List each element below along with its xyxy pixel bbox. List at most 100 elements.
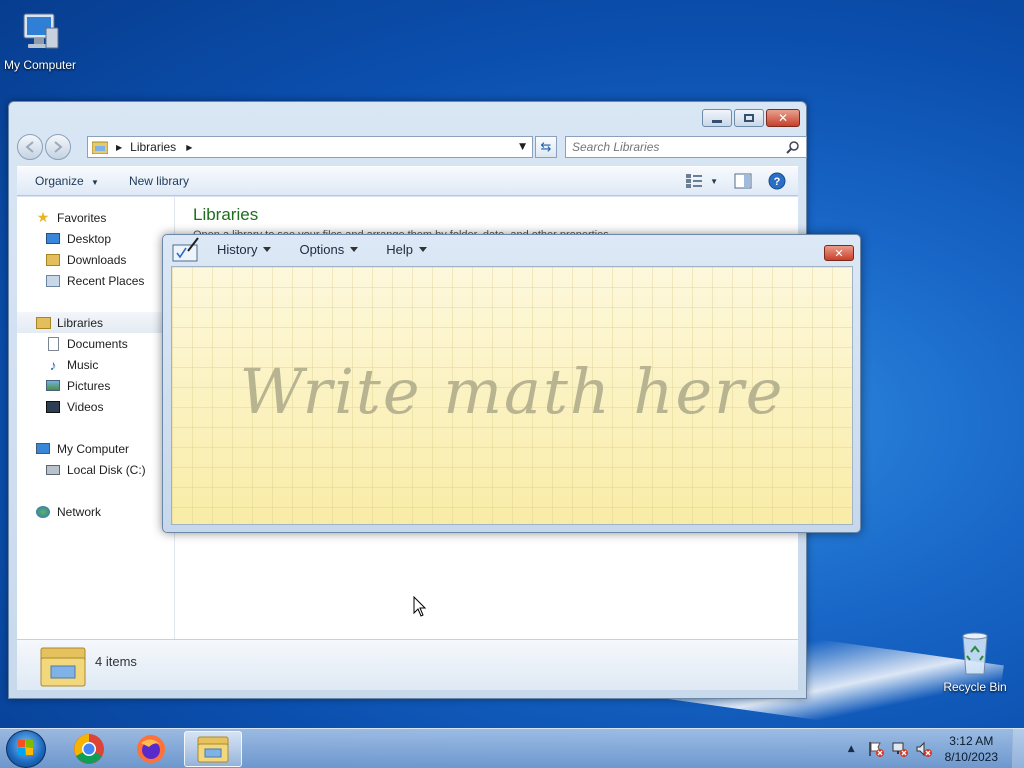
math-input-panel: History Options Help ✕ Write math here bbox=[162, 234, 861, 533]
breadcrumb-libraries[interactable]: Libraries bbox=[130, 140, 176, 154]
page-title: Libraries bbox=[193, 205, 259, 224]
close-button[interactable]: ✕ bbox=[766, 109, 800, 127]
volume-muted-icon[interactable] bbox=[915, 741, 933, 757]
search-input[interactable] bbox=[572, 137, 782, 157]
details-pane: 4 items bbox=[17, 639, 798, 690]
nav-label: Videos bbox=[67, 399, 104, 414]
forward-button[interactable] bbox=[45, 134, 71, 160]
maximize-button[interactable] bbox=[734, 109, 764, 127]
nav-label: Network bbox=[57, 504, 102, 519]
nav-item-favorites[interactable]: ★ Favorites bbox=[17, 207, 175, 228]
clock-date: 8/10/2023 bbox=[944, 750, 998, 764]
close-icon: ✕ bbox=[777, 111, 789, 125]
nav-label: Pictures bbox=[67, 378, 111, 393]
item-count: 4 items bbox=[95, 654, 137, 669]
pictures-icon bbox=[45, 378, 61, 394]
taskbar: ▲ 3:12 AM 8/10/2023 bbox=[0, 728, 1024, 768]
back-button[interactable] bbox=[17, 134, 43, 160]
view-options-icon bbox=[686, 174, 703, 188]
chevron-down-icon bbox=[419, 247, 428, 252]
math-input-panel-icon bbox=[172, 237, 199, 262]
start-button[interactable] bbox=[6, 730, 46, 768]
recycle-bin-icon bbox=[951, 630, 999, 678]
help-icon[interactable]: ? bbox=[768, 172, 786, 190]
menu-label: History bbox=[217, 242, 258, 257]
firefox-icon bbox=[137, 735, 165, 763]
nav-item-my-computer[interactable]: My Computer bbox=[17, 438, 175, 459]
refresh-button[interactable]: ⇆ bbox=[535, 136, 557, 158]
nav-item-music[interactable]: ♪ Music bbox=[17, 354, 175, 375]
desktop-icon-my-computer[interactable]: My Computer bbox=[0, 8, 80, 72]
network-icon bbox=[35, 504, 51, 520]
network-status-icon[interactable] bbox=[891, 741, 909, 757]
writing-area-prompt: Write math here bbox=[239, 355, 785, 428]
math-panel-close-button[interactable]: ✕ bbox=[824, 245, 854, 261]
chevron-down-icon: ▼ bbox=[710, 176, 718, 186]
system-tray: ▲ 3:12 AM 8/10/2023 bbox=[848, 729, 1024, 768]
writing-area[interactable]: Write math here bbox=[171, 266, 853, 525]
nav-item-documents[interactable]: Documents bbox=[17, 333, 175, 354]
videos-icon bbox=[45, 399, 61, 415]
file-explorer-icon bbox=[197, 736, 229, 763]
show-desktop-button[interactable] bbox=[1012, 729, 1024, 768]
chevron-down-icon: ▼ bbox=[91, 178, 99, 187]
nav-label: Desktop bbox=[67, 231, 112, 246]
nav-label: Music bbox=[67, 357, 99, 372]
nav-item-network[interactable]: Network bbox=[17, 501, 175, 522]
nav-label: Libraries bbox=[57, 315, 104, 330]
nav-item-libraries[interactable]: Libraries bbox=[17, 312, 175, 333]
libraries-icon bbox=[35, 315, 51, 331]
music-icon: ♪ bbox=[49, 356, 57, 373]
nav-item-pictures[interactable]: Pictures bbox=[17, 375, 175, 396]
local-disk-icon bbox=[45, 462, 61, 478]
menu-history[interactable]: History bbox=[217, 242, 272, 257]
new-library-button[interactable]: New library bbox=[129, 174, 189, 188]
computer-icon bbox=[35, 441, 51, 457]
desktop-icon-label: My Computer bbox=[3, 58, 77, 72]
nav-label: Recent Places bbox=[67, 273, 145, 288]
chevron-down-icon bbox=[263, 247, 272, 252]
menu-label: Help bbox=[386, 242, 414, 257]
windows-logo-icon bbox=[18, 740, 33, 755]
breadcrumb-separator-icon: ▶ bbox=[186, 142, 193, 152]
taskbar-file-explorer[interactable] bbox=[184, 731, 242, 767]
desktop-icon-recycle-bin[interactable]: Recycle Bin bbox=[935, 630, 1015, 694]
mouse-cursor-icon bbox=[413, 596, 427, 617]
menu-help[interactable]: Help bbox=[386, 242, 428, 257]
menu-options[interactable]: Options bbox=[299, 242, 359, 257]
libraries-large-icon bbox=[40, 647, 86, 687]
action-center-flag-icon[interactable] bbox=[867, 741, 885, 757]
math-panel-menu: History Options Help bbox=[217, 242, 428, 257]
taskbar-firefox[interactable] bbox=[122, 731, 180, 767]
my-computer-icon bbox=[16, 8, 64, 56]
organize-button[interactable]: Organize ▼ bbox=[35, 174, 99, 188]
desktop-icon bbox=[45, 231, 61, 247]
nav-item-downloads[interactable]: Downloads bbox=[17, 249, 175, 270]
star-icon: ★ bbox=[36, 209, 50, 225]
change-view-button[interactable]: ▼ bbox=[686, 174, 718, 188]
chrome-icon bbox=[74, 734, 104, 764]
nav-item-desktop[interactable]: Desktop bbox=[17, 228, 175, 249]
nav-item-recent-places[interactable]: Recent Places bbox=[17, 270, 175, 291]
downloads-folder-icon bbox=[45, 252, 61, 268]
clock[interactable]: 3:12 AM 8/10/2023 bbox=[945, 733, 998, 765]
maximize-icon bbox=[744, 114, 754, 122]
taskbar-chrome[interactable] bbox=[60, 731, 118, 767]
search-box[interactable] bbox=[565, 136, 807, 158]
breadcrumb-separator-icon: ▶ bbox=[116, 142, 123, 152]
organize-label: Organize bbox=[35, 174, 84, 188]
nav-item-local-disk[interactable]: Local Disk (C:) bbox=[17, 459, 175, 480]
address-bar[interactable]: ▶ Libraries ▶ ▼ bbox=[87, 136, 533, 158]
search-icon bbox=[786, 141, 799, 154]
command-bar: Organize ▼ New library ▼ ? bbox=[17, 166, 798, 196]
nav-item-videos[interactable]: Videos bbox=[17, 396, 175, 417]
navigation-pane: ★ Favorites Desktop Downloads Recent Pla… bbox=[17, 197, 175, 639]
preview-pane-icon[interactable] bbox=[734, 173, 752, 189]
clock-time: 3:12 AM bbox=[949, 734, 994, 748]
address-dropdown-icon[interactable]: ▼ bbox=[519, 142, 526, 152]
navigation-row: ▶ Libraries ▶ ▼ ⇆ bbox=[17, 134, 807, 160]
show-hidden-icons-button[interactable]: ▲ bbox=[848, 744, 855, 754]
documents-icon bbox=[45, 336, 61, 352]
minimize-button[interactable] bbox=[702, 109, 732, 127]
minimize-icon bbox=[712, 119, 722, 123]
